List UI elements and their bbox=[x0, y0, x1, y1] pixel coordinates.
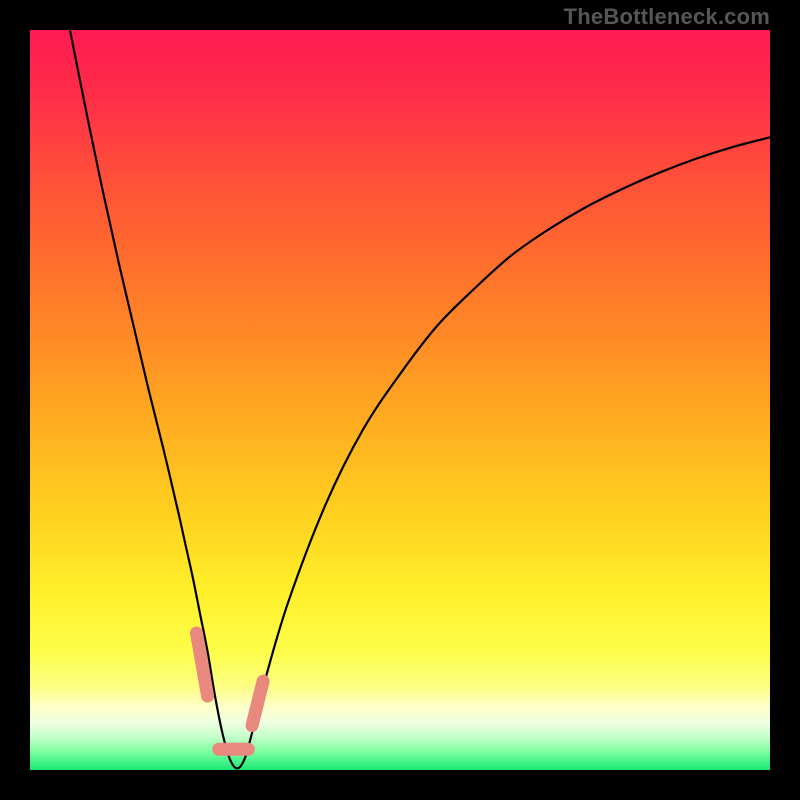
plot-area bbox=[30, 30, 770, 770]
watermark-text: TheBottleneck.com bbox=[564, 4, 770, 30]
chart-frame: TheBottleneck.com bbox=[0, 0, 800, 800]
curve-layer bbox=[30, 30, 770, 770]
bottleneck-curve bbox=[70, 30, 770, 769]
